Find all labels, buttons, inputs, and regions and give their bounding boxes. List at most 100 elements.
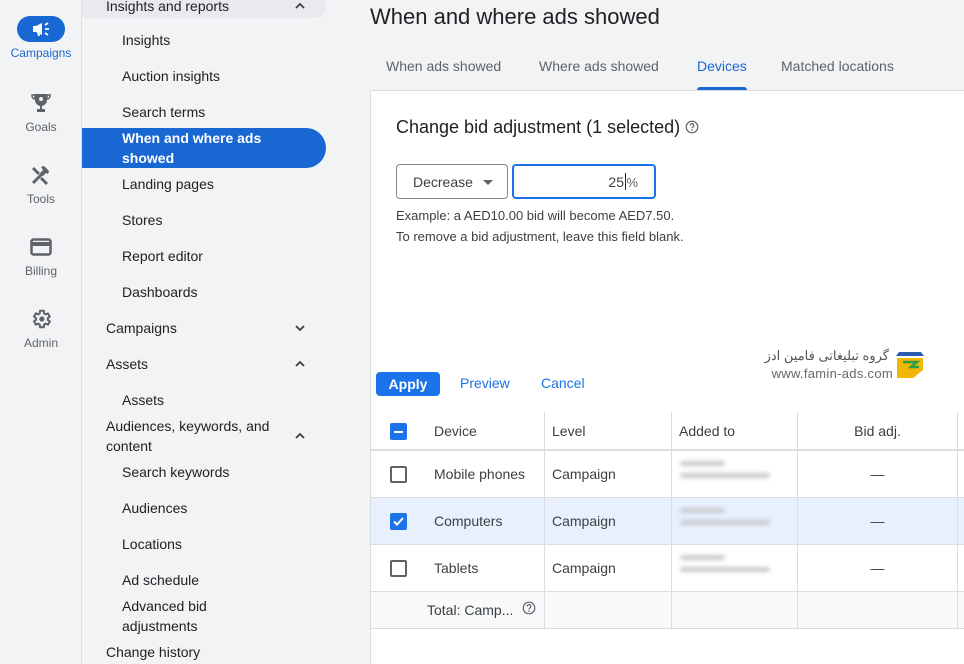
nav-item-auction-insights[interactable]: Auction insights [82, 66, 326, 86]
rail-label: Billing [24, 264, 57, 278]
column-divider [957, 498, 958, 544]
rail-label: Goals [25, 120, 57, 134]
row-checkbox[interactable] [390, 560, 407, 577]
chevron-down-icon [295, 325, 305, 332]
nav-item-label: Advanced bid adjustments [122, 598, 207, 634]
panel-title-text: Change bid adjustment (1 selected) [396, 117, 681, 137]
column-header-added-to[interactable]: Added to [679, 412, 735, 449]
rail-item-admin[interactable]: Admin [0, 306, 82, 350]
added-to-cell [672, 498, 797, 544]
nav-group-label: Insights and reports [106, 0, 229, 14]
column-divider [671, 412, 672, 449]
cancel-button[interactable]: Cancel [541, 375, 585, 391]
nav-item-dashboards[interactable]: Dashboards [82, 282, 326, 302]
column-divider [797, 592, 798, 628]
column-header-level[interactable]: Level [552, 412, 585, 449]
page-title: When and where ads showed [370, 4, 660, 29]
nav-item-stores[interactable]: Stores [82, 210, 326, 230]
tab-devices[interactable]: Devices [697, 56, 747, 90]
famin-logo-icon [896, 352, 924, 378]
nav-item-locations[interactable]: Locations [82, 534, 326, 554]
nav-item-search-keywords[interactable]: Search keywords [82, 462, 326, 482]
column-divider [957, 451, 958, 497]
nav-group-assets[interactable]: Assets [82, 354, 326, 374]
column-divider [544, 592, 545, 628]
column-header-bid-adj[interactable]: Bid adj. [798, 412, 957, 449]
total-row: Total: Camp... [371, 592, 964, 629]
chevron-up-icon [295, 360, 305, 367]
nav-item-when-and-where-ads-showed[interactable]: When and where ads showed [82, 128, 326, 168]
column-divider [544, 451, 545, 497]
bid-adj-cell[interactable]: — [798, 451, 957, 497]
column-divider [957, 412, 958, 449]
added-to-cell [672, 545, 797, 591]
nav-item-report-editor[interactable]: Report editor [82, 246, 326, 266]
rail-item-campaigns[interactable]: Campaigns [0, 16, 82, 60]
table-row[interactable]: Computers Campaign — [371, 498, 964, 545]
tab-where-ads-showed[interactable]: Where ads showed [539, 56, 659, 90]
nav-group-audiences-keywords-content[interactable]: Audiences, keywords, and content [82, 416, 326, 456]
table-header-row: Device Level Added to Bid adj. [371, 412, 964, 451]
column-divider [544, 498, 545, 544]
rail-item-billing[interactable]: Billing [0, 234, 82, 278]
percent-suffix: % [626, 175, 638, 190]
watermark-text: گروه تبلیغاتی فامین ادز [764, 348, 889, 363]
nav-group-insights-and-reports[interactable]: Insights and reports [82, 0, 326, 22]
row-checkbox[interactable] [390, 513, 407, 530]
blurred-campaign-name [680, 501, 780, 535]
select-all-checkbox[interactable] [390, 423, 407, 440]
percent-input[interactable]: 25 % [512, 164, 656, 199]
nav-item-search-terms[interactable]: Search terms [82, 102, 326, 122]
direction-select[interactable]: Decrease [396, 164, 508, 199]
nav-group-label: Campaigns [106, 320, 177, 336]
blurred-campaign-name [680, 454, 780, 488]
rail-item-goals[interactable]: Goals [0, 90, 82, 134]
bid-adj-cell[interactable]: — [798, 545, 957, 591]
left-rail: Campaigns Goals Tools Billing Admin [0, 0, 82, 664]
blurred-campaign-name [680, 548, 780, 582]
nav-item-advanced-bid-adjustments[interactable]: Advanced bid adjustments [82, 596, 326, 636]
table-row[interactable]: Tablets Campaign — [371, 545, 964, 592]
bid-adj-cell[interactable]: — [798, 498, 957, 544]
table-row[interactable]: Mobile phones Campaign — [371, 451, 964, 498]
gear-icon [17, 306, 65, 332]
tab-matched-locations[interactable]: Matched locations [781, 56, 894, 90]
rail-label: Tools [26, 192, 55, 206]
nav-panel: Insights and reports Insights Auction in… [82, 0, 370, 664]
apply-button[interactable]: Apply [376, 372, 440, 396]
rail-item-tools[interactable]: Tools [0, 162, 82, 206]
nav-item-ad-schedule[interactable]: Ad schedule [82, 570, 326, 590]
nav-item-landing-pages[interactable]: Landing pages [82, 174, 326, 194]
device-cell: Mobile phones [434, 466, 526, 482]
column-header-device[interactable]: Device [434, 412, 477, 449]
help-icon[interactable] [685, 118, 699, 139]
nav-item-audiences[interactable]: Audiences [82, 498, 326, 518]
nav-group-label: Audiences, keywords, and content [106, 418, 270, 454]
column-divider [544, 545, 545, 591]
google-ads-window: Campaigns Goals Tools Billing Admin Insi… [0, 0, 964, 664]
row-checkbox[interactable] [390, 466, 407, 483]
panel-title: Change bid adjustment (1 selected) [396, 117, 699, 139]
chevron-up-icon [295, 432, 305, 439]
device-cell: Computers [434, 513, 503, 529]
tab-bar: When ads showed Where ads showed Devices… [370, 56, 964, 90]
watermark-logo: گروه تبلیغاتی فامین ادز www.famin-ads.co… [754, 346, 929, 386]
nav-item-insights[interactable]: Insights [82, 30, 326, 50]
chevron-up-icon [295, 2, 305, 9]
caret-down-icon [483, 180, 493, 185]
nav-item-change-history[interactable]: Change history [82, 642, 326, 662]
nav-group-campaigns[interactable]: Campaigns [82, 318, 326, 338]
help-icon[interactable] [522, 601, 536, 620]
megaphone-icon [17, 16, 65, 42]
nav-item-assets[interactable]: Assets [82, 390, 326, 410]
column-divider [671, 592, 672, 628]
preview-button[interactable]: Preview [460, 375, 510, 391]
remove-hint: To remove a bid adjustment, leave this f… [396, 229, 684, 244]
watermark-url: www.famin-ads.com [771, 366, 893, 381]
total-label: Total: Camp... [427, 602, 514, 618]
nav-item-label: When and where ads showed [122, 130, 262, 166]
tab-when-ads-showed[interactable]: When ads showed [386, 56, 501, 90]
credit-card-icon [17, 234, 65, 260]
tools-icon [17, 162, 65, 188]
column-divider [544, 412, 545, 449]
